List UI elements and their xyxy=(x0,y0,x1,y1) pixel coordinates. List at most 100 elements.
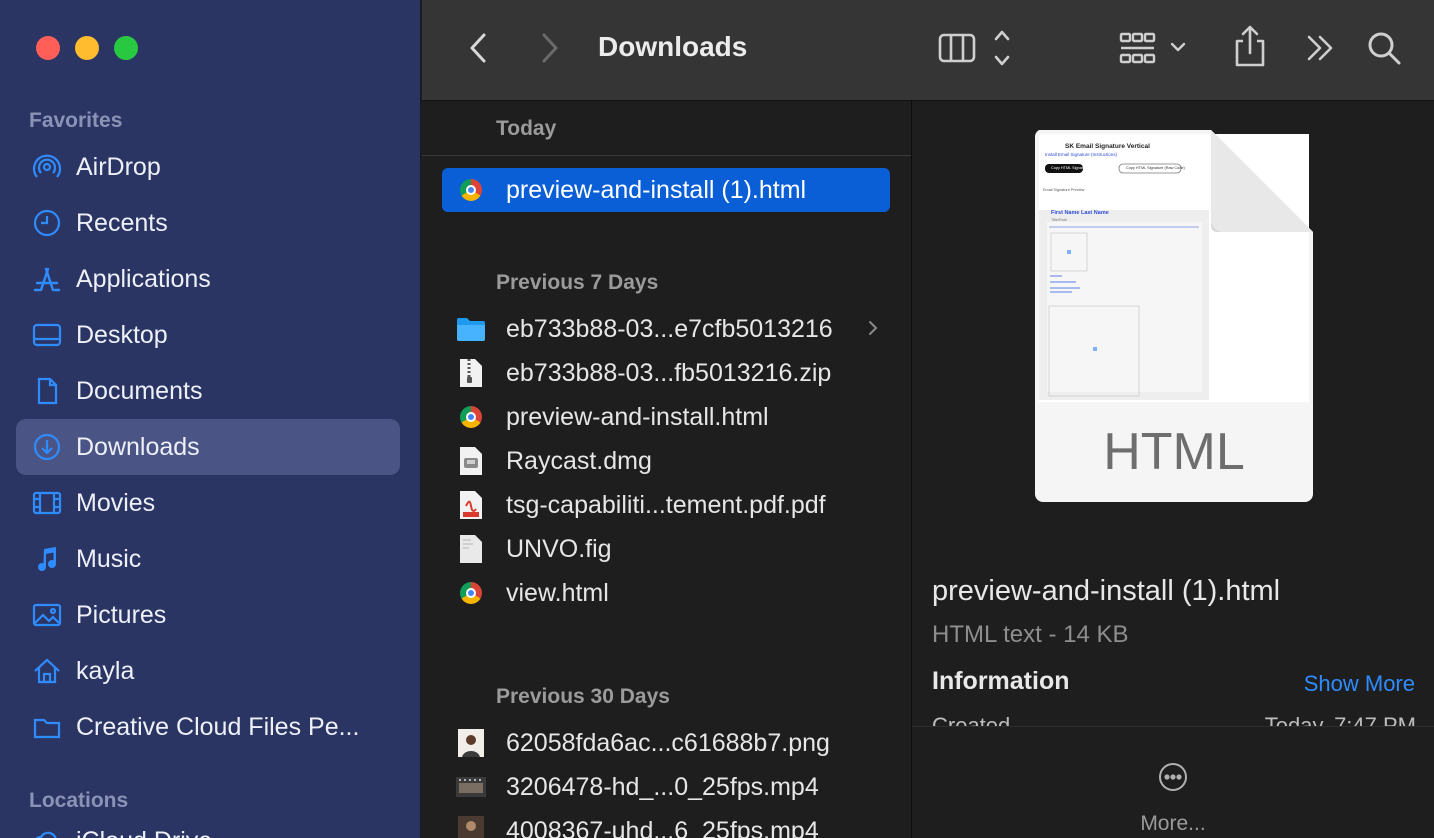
sidebar-item-music[interactable]: Music xyxy=(16,531,400,587)
forward-button[interactable] xyxy=(536,30,564,66)
sidebar-item-label: Recents xyxy=(76,208,168,237)
file-name: 62058fda6ac...c61688b7.png xyxy=(506,728,830,757)
created-row: Created Today, 7:47 PM xyxy=(932,713,1416,727)
sidebar-item-pictures[interactable]: Pictures xyxy=(16,587,400,643)
created-label: Created xyxy=(932,713,1011,727)
file-name: view.html xyxy=(506,578,609,607)
favorites-section-title: Favorites xyxy=(29,109,123,132)
disk-image-icon xyxy=(456,446,486,476)
sidebar-item-airdrop[interactable]: AirDrop xyxy=(16,139,400,195)
group-title-today: Today xyxy=(496,117,557,140)
sidebar-item-label: Downloads xyxy=(76,432,200,461)
clock-icon xyxy=(32,208,62,238)
close-window-button[interactable] xyxy=(36,36,60,60)
file-row[interactable]: 62058fda6ac...c61688b7.png xyxy=(442,721,890,765)
file-name: Raycast.dmg xyxy=(506,446,652,475)
pdf-icon xyxy=(456,490,486,520)
ellipsis-circle-icon xyxy=(1159,763,1187,791)
file-row[interactable]: eb733b88-03...fb5013216.zip xyxy=(442,351,890,395)
home-icon xyxy=(32,656,62,686)
file-row[interactable]: view.html xyxy=(442,571,890,615)
thumb-section: Email Signature Preview xyxy=(1043,188,1085,192)
sidebar-item-downloads[interactable]: Downloads xyxy=(16,419,400,475)
more-actions-button[interactable] xyxy=(1158,762,1188,797)
file-name: 4008367-uhd...6_25fps.mp4 xyxy=(506,816,819,838)
preview-divider xyxy=(912,726,1434,727)
window-controls xyxy=(36,36,138,60)
file-row[interactable]: preview-and-install.html xyxy=(442,395,890,439)
sidebar-item-movies[interactable]: Movies xyxy=(16,475,400,531)
file-row[interactable]: Raycast.dmg xyxy=(442,439,890,483)
group-by-button[interactable] xyxy=(1118,28,1194,68)
sidebar-item-documents[interactable]: Documents xyxy=(16,363,400,419)
sidebar-item-label: kayla xyxy=(76,656,135,685)
chevron-right-icon xyxy=(866,317,880,344)
figma-file-icon xyxy=(456,534,486,564)
folder-row[interactable]: eb733b88-03...e7cfb5013216 xyxy=(442,307,890,351)
file-list: Today preview-and-install (1).html Previ… xyxy=(422,101,912,838)
sidebar-item-desktop[interactable]: Desktop xyxy=(16,307,400,363)
airdrop-icon xyxy=(32,152,62,182)
search-button[interactable] xyxy=(1366,30,1402,66)
html-document-thumbnail: SK Email Signature Vertical Install Emai… xyxy=(1034,130,1313,502)
chrome-html-icon xyxy=(456,175,486,205)
share-button[interactable] xyxy=(1232,24,1268,68)
group-title-previous-30-days: Previous 30 Days xyxy=(496,685,670,708)
applications-icon xyxy=(32,264,62,294)
sidebar-item-label: Documents xyxy=(76,376,203,405)
sidebar-item-label: Creative Cloud Files Pe... xyxy=(76,712,360,741)
preview-pane: SK Email Signature Vertical Install Emai… xyxy=(912,101,1434,838)
sidebar-item-label: iCloud Drive xyxy=(76,827,212,838)
sidebar-item-recents[interactable]: Recents xyxy=(16,195,400,251)
file-row[interactable]: 4008367-uhd...6_25fps.mp4 xyxy=(442,809,890,838)
film-icon xyxy=(32,488,62,518)
columns-view-icon xyxy=(938,30,1010,66)
show-more-link[interactable]: Show More xyxy=(1304,671,1415,697)
view-mode-button[interactable] xyxy=(936,28,1016,68)
back-button[interactable] xyxy=(464,30,492,66)
file-row[interactable]: preview-and-install (1).html xyxy=(442,168,890,212)
sidebar-item-label: Applications xyxy=(76,264,211,293)
group-divider xyxy=(422,155,911,156)
sidebar: Favorites AirDrop Recents Applications D… xyxy=(0,0,421,838)
sidebar-item-icloud[interactable]: iCloud Drive xyxy=(32,826,212,838)
html-badge: HTML xyxy=(1103,423,1245,481)
preview-filename: preview-and-install (1).html xyxy=(932,575,1281,607)
desktop-icon xyxy=(32,320,62,350)
file-name: 3206478-hd_...0_25fps.mp4 xyxy=(506,772,819,801)
file-row[interactable]: UNVO.fig xyxy=(442,527,890,571)
group-title-previous-7-days: Previous 7 Days xyxy=(496,271,659,294)
chrome-html-icon xyxy=(456,402,486,432)
sidebar-item-applications[interactable]: Applications xyxy=(16,251,400,307)
zoom-window-button[interactable] xyxy=(114,36,138,60)
sidebar-item-home[interactable]: kayla xyxy=(16,643,400,699)
image-thumbnail-icon xyxy=(456,728,486,758)
sidebar-item-label: Pictures xyxy=(76,600,167,629)
file-name: eb733b88-03...e7cfb5013216 xyxy=(506,314,833,343)
preview-kind: HTML text - 14 KB xyxy=(932,621,1129,648)
information-title: Information xyxy=(932,667,1070,695)
thumb-role: Title/Role xyxy=(1051,218,1067,222)
toolbar: Downloads xyxy=(422,0,1434,101)
minimize-window-button[interactable] xyxy=(75,36,99,60)
chrome-html-icon xyxy=(456,578,486,608)
thumb-button-2: Copy HTML Signature (Raw Code) xyxy=(1126,166,1185,170)
file-row[interactable]: 3206478-hd_...0_25fps.mp4 xyxy=(442,765,890,809)
share-icon xyxy=(1235,25,1265,67)
chevron-right-icon xyxy=(542,33,558,63)
more-actions-label: More... xyxy=(1140,812,1206,835)
video-thumbnail-icon xyxy=(456,772,486,802)
video-thumbnail-icon xyxy=(456,816,486,838)
download-icon xyxy=(32,432,62,462)
sidebar-item-label: AirDrop xyxy=(76,152,161,181)
file-name: preview-and-install.html xyxy=(506,402,769,431)
created-value: Today, 7:47 PM xyxy=(1264,713,1416,727)
locations-section-title: Locations xyxy=(29,789,129,812)
file-row[interactable]: tsg-capabiliti...tement.pdf.pdf xyxy=(442,483,890,527)
more-toolbar-button[interactable] xyxy=(1304,32,1336,64)
search-icon xyxy=(1368,32,1401,65)
sidebar-item-creative-cloud[interactable]: Creative Cloud Files Pe... xyxy=(16,699,400,755)
window-title: Downloads xyxy=(598,31,748,62)
sidebar-item-label: Movies xyxy=(76,488,156,517)
sidebar-item-label: Music xyxy=(76,544,142,573)
